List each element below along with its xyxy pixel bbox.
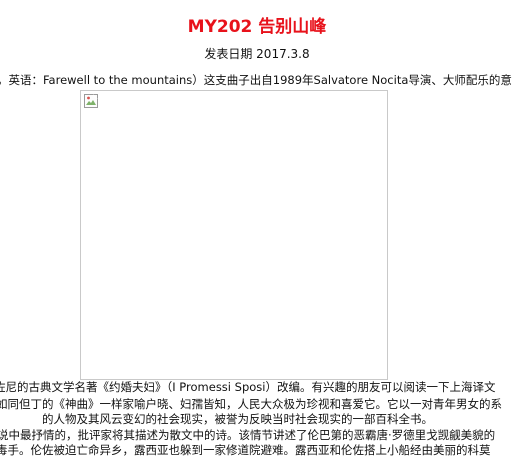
publish-date: 发表日期 2017.3.8 [204,47,310,61]
intro-text: ，英语：Farewell to the mountains）这支曲子出自1989… [0,73,512,87]
body-text-line: 佐尼的古典文学名著《约婚夫妇》（I Promessi Sposi）改编。有兴趣的… [0,380,496,394]
body-text-line: 说中最抒情的，批评家将其描述为散文中的诗。该情节讲述了伦巴第的恶霸唐·罗德里戈觊… [0,428,496,442]
broken-image-icon [84,94,98,108]
body-text-line: 如同但丁的《神曲》一样家喻户晓、妇孺皆知，人民大众极为珍视和喜爱它。它以一对青年… [0,397,502,411]
article-title: MY202 告别山峰 [187,17,327,37]
body-text-line: 的人物及其风云变幻的社会现实，被誉为反映当时社会现实的一部百科全书。 [42,412,433,426]
article-image [80,90,388,380]
